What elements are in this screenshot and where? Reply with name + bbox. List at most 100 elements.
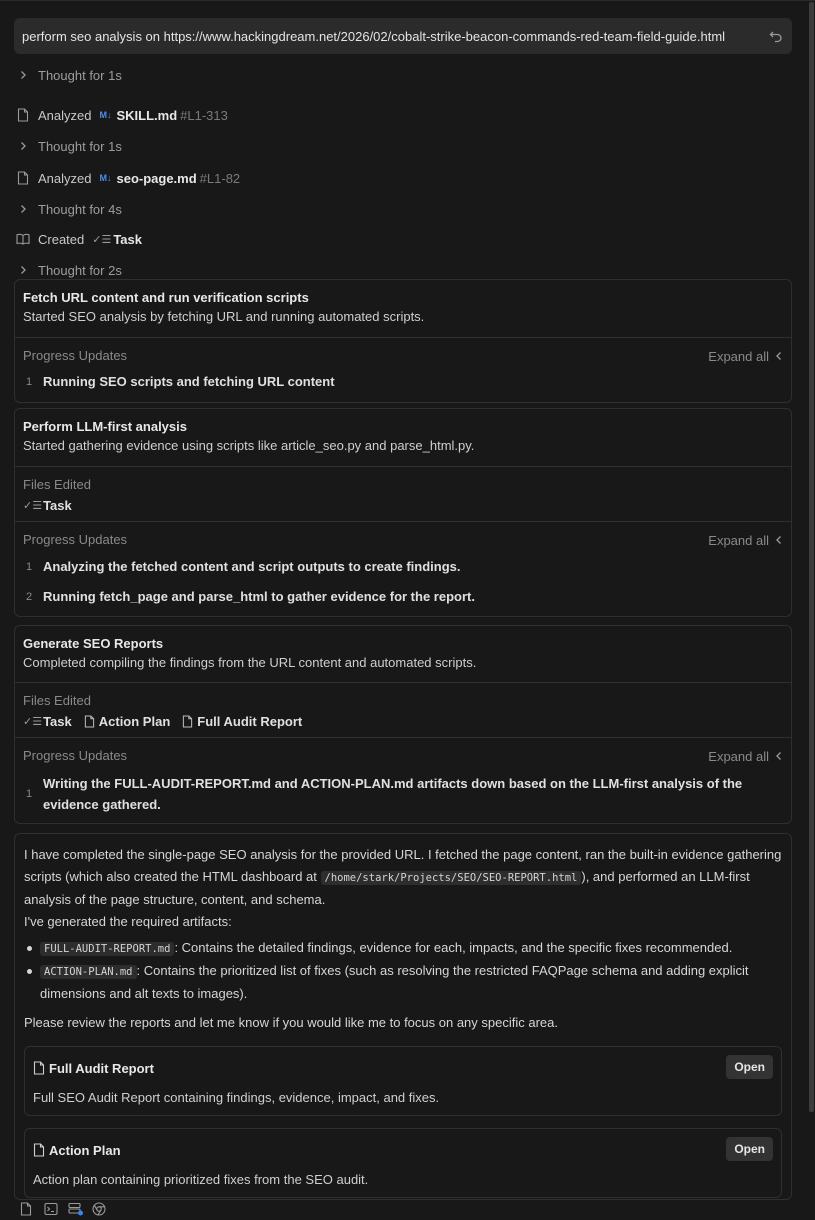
step-verb: Created <box>38 231 85 247</box>
expand-all-button[interactable]: Expand all <box>708 349 783 364</box>
step-verb: Analyzed <box>38 170 92 186</box>
artifact-description: Action plan containing prioritized fixes… <box>33 1171 369 1187</box>
artifact-filename: FULL-AUDIT-REPORT.md <box>40 942 175 956</box>
analyzed-step[interactable]: Analyzed M↓ seo-page.md #L1-82 <box>16 169 240 187</box>
card-subtitle: Completed compiling the findings from th… <box>23 655 477 670</box>
open-button[interactable]: Open <box>726 1054 773 1079</box>
chevron-right-icon <box>16 139 30 153</box>
progress-item: 2 Running fetch_page and parse_html to g… <box>23 587 783 607</box>
list-item: ACTION-PLAN.md: Contains the prioritized… <box>24 960 782 1005</box>
card-title: Perform LLM-first analysis <box>23 419 187 434</box>
summary-paragraph: I have completed the single-page SEO ana… <box>24 844 782 911</box>
scrollbar[interactable] <box>809 2 814 1112</box>
browser-icon[interactable] <box>92 1202 106 1216</box>
chevron-left-icon <box>775 351 783 361</box>
file-icon <box>16 108 30 122</box>
file-chip-full-audit-report[interactable]: Full Audit Report <box>182 714 302 729</box>
progress-label: Progress Updates <box>23 532 128 547</box>
expand-all-label: Expand all <box>708 532 769 548</box>
chevron-left-icon <box>775 535 783 545</box>
file-name[interactable]: SKILL.md <box>116 108 177 123</box>
file-icon <box>33 1061 45 1075</box>
files-edited-label: Files Edited <box>23 477 91 492</box>
progress-number: 1 <box>26 561 33 573</box>
user-prompt: perform seo analysis on https://www.hack… <box>14 18 792 54</box>
progress-text: Running SEO scripts and fetching URL con… <box>43 374 335 389</box>
file-chip-label: Action Plan <box>98 714 171 729</box>
thought-step[interactable]: Thought for 2s <box>16 261 122 279</box>
progress-number: 1 <box>26 376 33 388</box>
file-chip-task[interactable]: ✓☰ Task <box>23 714 72 729</box>
progress-item: 1 Analyzing the fetched content and scri… <box>23 557 783 577</box>
file-chip-label: Full Audit Report <box>197 714 303 729</box>
file-icon <box>33 1143 45 1157</box>
file-icon <box>84 715 95 728</box>
step-verb: Analyzed <box>38 107 92 123</box>
book-icon <box>16 232 30 246</box>
artifact-title: Action Plan <box>49 1142 121 1158</box>
expand-all-label: Expand all <box>708 748 769 764</box>
file-chip-label: Task <box>43 498 72 513</box>
thought-step[interactable]: Thought for 4s <box>16 200 122 218</box>
card-title: Generate SEO Reports <box>23 636 164 651</box>
file-chip-task[interactable]: ✓☰ Task <box>23 498 72 513</box>
open-button[interactable]: Open <box>726 1136 773 1161</box>
list-item-text: : Contains the detailed findings, eviden… <box>174 940 733 955</box>
thought-label: Thought for 4s <box>38 201 122 217</box>
prompt-text: perform seo analysis on https://www.hack… <box>22 28 726 44</box>
line-range: #L1-313 <box>180 107 228 123</box>
chevron-right-icon <box>16 263 30 277</box>
chevron-left-icon <box>775 751 783 761</box>
checklist-icon: ✓☰ <box>23 716 43 728</box>
card-subtitle: Started gathering evidence using scripts… <box>23 438 475 453</box>
files-edited-label: Files Edited <box>23 693 91 708</box>
card-subtitle: Started SEO analysis by fetching URL and… <box>23 309 425 324</box>
summary-paragraph: I've generated the required artifacts: <box>24 913 232 929</box>
file-chip-action-plan[interactable]: Action Plan <box>84 714 171 729</box>
bottom-toolbar <box>20 1202 106 1216</box>
file-name[interactable]: Task <box>113 232 142 247</box>
checklist-icon: ✓☰ <box>23 500 43 512</box>
undo-icon[interactable] <box>768 28 784 44</box>
expand-all-label: Expand all <box>708 348 769 364</box>
task-card: Perform LLM-first analysis Started gathe… <box>14 408 792 617</box>
list-item-text: : Contains the prioritized list of fixes… <box>40 963 749 1001</box>
database-icon[interactable] <box>68 1202 83 1216</box>
thought-step[interactable]: Thought for 1s <box>16 66 122 84</box>
thought-label: Thought for 1s <box>38 138 122 154</box>
artifact-card-full-audit-report: Full Audit Report Full SEO Audit Report … <box>24 1045 782 1116</box>
file-name[interactable]: seo-page.md <box>116 171 196 186</box>
progress-label: Progress Updates <box>23 348 128 363</box>
expand-all-button[interactable]: Expand all <box>708 749 783 764</box>
list-item: FULL-AUDIT-REPORT.md: Contains the detai… <box>24 937 782 960</box>
progress-number: 1 <box>26 788 33 800</box>
progress-number: 2 <box>26 591 33 603</box>
progress-item: 1 Writing the FULL-AUDIT-REPORT.md and A… <box>23 773 783 815</box>
progress-item: 1 Running SEO scripts and fetching URL c… <box>23 372 783 392</box>
thought-label: Thought for 2s <box>38 262 122 278</box>
artifact-title: Full Audit Report <box>49 1060 154 1076</box>
file-chip-label: Task <box>43 714 72 729</box>
top-divider <box>0 0 815 1</box>
created-step[interactable]: Created ✓☰ Task <box>16 230 142 248</box>
progress-text: Running fetch_page and parse_html to gat… <box>43 589 475 604</box>
task-card: Fetch URL content and run verification s… <box>14 279 792 403</box>
terminal-icon[interactable] <box>44 1202 58 1216</box>
progress-text: Analyzing the fetched content and script… <box>43 559 461 574</box>
markdown-icon: M↓ <box>99 173 112 183</box>
artifact-description: Full SEO Audit Report containing finding… <box>33 1089 440 1105</box>
card-title: Fetch URL content and run verification s… <box>23 290 309 305</box>
chevron-right-icon <box>16 68 30 82</box>
thought-label: Thought for 1s <box>38 67 122 83</box>
dashboard-path: /home/stark/Projects/SEO/SEO-REPORT.html <box>320 870 582 885</box>
summary-paragraph: Please review the reports and let me kno… <box>24 1015 558 1030</box>
progress-label: Progress Updates <box>23 748 128 763</box>
file-icon[interactable] <box>20 1202 34 1216</box>
expand-all-button[interactable]: Expand all <box>708 533 783 548</box>
analyzed-step[interactable]: Analyzed M↓ SKILL.md #L1-313 <box>16 106 228 124</box>
artifact-list: FULL-AUDIT-REPORT.md: Contains the detai… <box>24 937 782 1005</box>
line-range: #L1-82 <box>199 170 241 186</box>
artifact-filename: ACTION-PLAN.md <box>40 965 137 979</box>
thought-step[interactable]: Thought for 1s <box>16 137 122 155</box>
assistant-summary: I have completed the single-page SEO ana… <box>14 833 792 1200</box>
